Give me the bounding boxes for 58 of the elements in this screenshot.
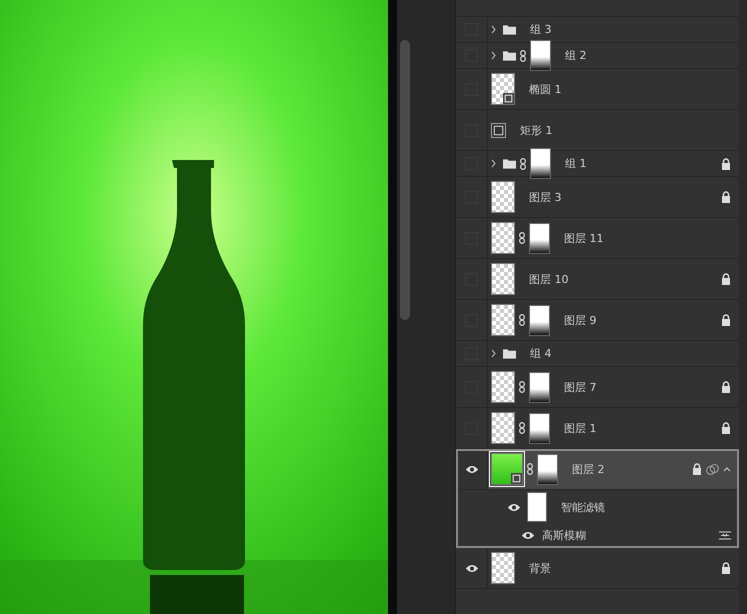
- layer-name[interactable]: 椭圆 1: [529, 82, 562, 96]
- filter-name[interactable]: 高斯模糊: [542, 528, 586, 543]
- layer-thumbnail[interactable]: [491, 304, 515, 336]
- link-icon[interactable]: [520, 50, 526, 62]
- caret-up-icon[interactable]: [723, 466, 731, 472]
- link-icon[interactable]: [519, 422, 525, 434]
- eye-icon[interactable]: [507, 502, 521, 512]
- layer-name[interactable]: 图层 10: [529, 272, 568, 286]
- folder-icon: [503, 158, 516, 168]
- overlapping-circles-icon[interactable]: [706, 462, 719, 476]
- layer-thumbnail[interactable]: [491, 263, 515, 295]
- folder-icon: [503, 50, 516, 60]
- link-icon[interactable]: [519, 232, 525, 244]
- eye-icon[interactable]: [464, 564, 478, 572]
- layer-name[interactable]: 组 2: [565, 48, 586, 63]
- smart-filter-label[interactable]: 智能滤镜: [561, 500, 605, 514]
- layer-thumbnail[interactable]: [491, 181, 515, 213]
- mask-thumbnail[interactable]: [529, 304, 550, 336]
- layer-thumbnail[interactable]: [491, 73, 515, 105]
- filter-options-icon[interactable]: [719, 531, 731, 540]
- folder-icon: [503, 348, 516, 358]
- layer-name[interactable]: 图层 9: [564, 312, 596, 328]
- mask-thumbnail[interactable]: [530, 40, 551, 71]
- mask-thumbnail[interactable]: [529, 372, 550, 402]
- layer-thumbnail[interactable]: [491, 453, 523, 485]
- chevron-right-icon[interactable]: [491, 159, 496, 168]
- mask-thumbnail[interactable]: [537, 454, 558, 484]
- mask-thumbnail[interactable]: [529, 222, 550, 254]
- chevron-right-icon[interactable]: [491, 349, 496, 358]
- folder-icon: [503, 24, 516, 34]
- eye-icon[interactable]: [521, 531, 535, 540]
- layer-thumbnail[interactable]: [491, 412, 515, 444]
- layer-name[interactable]: 图层 2: [572, 462, 604, 476]
- mask-thumbnail[interactable]: [529, 412, 550, 444]
- layer-name[interactable]: 矩形 1: [520, 122, 552, 138]
- link-icon[interactable]: [519, 314, 525, 326]
- link-icon[interactable]: [519, 381, 525, 393]
- layer-name[interactable]: 组 3: [530, 22, 552, 37]
- chevron-right-icon[interactable]: [491, 51, 496, 60]
- layer-thumbnail[interactable]: [491, 371, 515, 403]
- layer-thumbnail[interactable]: [491, 222, 515, 254]
- layer-name[interactable]: 图层 7: [564, 380, 596, 394]
- chevron-right-icon[interactable]: [491, 25, 496, 34]
- scrollbar-track[interactable]: [739, 0, 747, 614]
- mask-thumbnail[interactable]: [530, 148, 551, 179]
- scrollbar-thumb[interactable]: [400, 40, 410, 320]
- layer-thumbnail[interactable]: [491, 552, 515, 584]
- layer-name[interactable]: 组 1: [565, 156, 586, 171]
- layer-name[interactable]: 图层 3: [529, 190, 562, 204]
- layer-name[interactable]: 组 4: [530, 346, 552, 361]
- filter-mask-thumbnail[interactable]: [527, 492, 547, 522]
- link-icon[interactable]: [520, 158, 526, 170]
- shape-path-icon: [491, 122, 506, 138]
- link-icon[interactable]: [527, 463, 533, 475]
- eye-icon[interactable]: [464, 464, 478, 474]
- layer-name[interactable]: 背景: [529, 560, 551, 576]
- layer-name[interactable]: 图层 1: [564, 420, 596, 436]
- layer-name[interactable]: 图层 11: [564, 230, 604, 246]
